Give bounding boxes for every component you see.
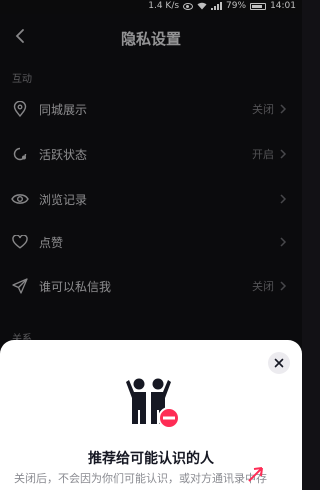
people-icon — [126, 378, 180, 429]
status-bar: 1.4 K/s 79% 14:01 — [0, 0, 302, 14]
signal-icon — [211, 2, 223, 10]
network-speed: 1.4 K/s — [148, 1, 180, 11]
close-icon — [274, 358, 284, 368]
sheet-description: 关闭后，不会因为你们可能认识，或对方通讯录中存 — [14, 472, 267, 485]
battery-icon — [250, 2, 267, 10]
bottom-sheet: 推荐给可能认识的人 关闭后，不会因为你们可能认识，或对方通讯录中存 — [0, 340, 302, 490]
status-bar-right: 1.4 K/s 79% 14:01 — [148, 1, 296, 11]
sheet-title: 推荐给可能认识的人 — [88, 451, 214, 467]
clock: 14:01 — [270, 1, 296, 11]
close-button[interactable] — [268, 352, 290, 374]
battery-percent: 79% — [226, 1, 247, 11]
pointer-arrow-icon — [248, 467, 263, 482]
eye-comfort-icon — [183, 2, 194, 10]
wifi-icon — [197, 2, 207, 10]
